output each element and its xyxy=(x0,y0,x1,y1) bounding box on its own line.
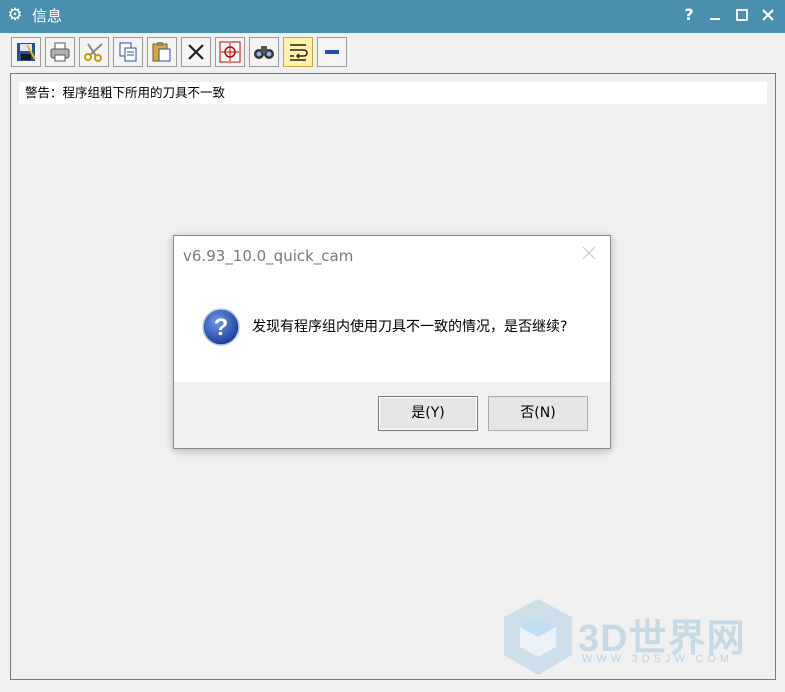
minus-icon xyxy=(325,50,339,54)
collapse-button[interactable] xyxy=(317,37,347,67)
copy-button[interactable] xyxy=(113,37,143,67)
warning-message: 警告：程序组粗下所用的刀具不一致 xyxy=(19,82,767,104)
word-wrap-icon xyxy=(290,44,308,61)
save-icon xyxy=(17,43,36,61)
close-button[interactable] xyxy=(757,4,779,26)
delete-button[interactable] xyxy=(181,37,211,67)
help-button[interactable]: ? xyxy=(678,4,700,26)
window-title: 信息 xyxy=(32,7,63,25)
no-button[interactable]: 否(N) xyxy=(488,396,588,431)
paste-button[interactable] xyxy=(147,37,177,67)
delete-icon xyxy=(188,44,204,60)
cut-icon xyxy=(84,43,103,62)
dialog-close-button[interactable] xyxy=(580,244,598,262)
save-button[interactable] xyxy=(11,37,41,67)
find-button[interactable] xyxy=(249,37,279,67)
watermark: 3D世界网 WWW.3DSJW.COM xyxy=(500,597,770,677)
dialog-message: 发现有程序组内使用刀具不一致的情况，是否继续? xyxy=(252,319,568,335)
watermark-cube-icon xyxy=(504,599,572,675)
watermark-subtext: WWW.3DSJW.COM xyxy=(582,653,733,665)
cut-button[interactable] xyxy=(79,37,109,67)
yes-button[interactable]: 是(Y) xyxy=(378,396,478,431)
copy-icon xyxy=(119,42,137,62)
crosshair-icon xyxy=(219,41,241,63)
title-bar: ⚙ 信息 ? xyxy=(0,0,785,33)
print-button[interactable] xyxy=(45,37,75,67)
confirm-dialog: v6.93_10.0_quick_cam ? 发现有程序组内使用刀具不一致的情况… xyxy=(173,235,611,449)
print-icon xyxy=(50,42,70,62)
question-icon: ? xyxy=(202,308,240,346)
paste-icon xyxy=(152,42,171,62)
dialog-body: v6.93_10.0_quick_cam ? 发现有程序组内使用刀具不一致的情况… xyxy=(174,236,610,382)
word-wrap-button[interactable] xyxy=(283,37,313,67)
minimize-icon xyxy=(710,18,720,20)
maximize-icon xyxy=(736,9,748,21)
crosshair-button[interactable] xyxy=(215,37,245,67)
dialog-title: v6.93_10.0_quick_cam xyxy=(183,247,354,265)
binoculars-icon xyxy=(254,46,274,59)
close-icon xyxy=(582,246,596,260)
minimize-button[interactable] xyxy=(704,4,726,26)
toolbar xyxy=(0,33,785,71)
gear-icon[interactable]: ⚙ xyxy=(6,6,24,24)
svg-text:?: ? xyxy=(214,314,229,341)
maximize-button[interactable] xyxy=(731,4,753,26)
close-icon xyxy=(762,9,774,21)
